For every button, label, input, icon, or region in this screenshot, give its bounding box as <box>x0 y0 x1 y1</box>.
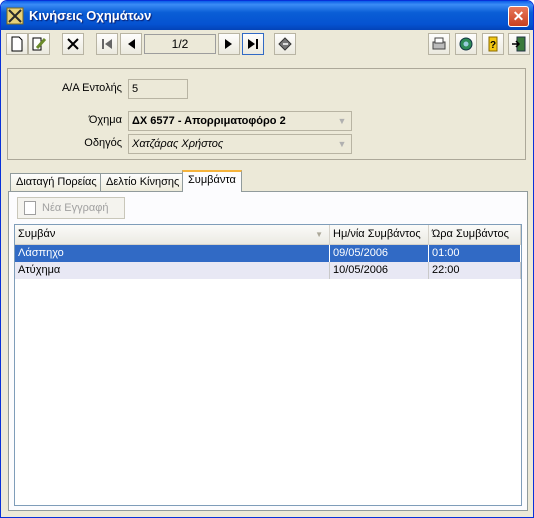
close-icon: ✕ <box>512 8 525 24</box>
order-number-field[interactable]: 5 <box>128 79 188 99</box>
close-button[interactable]: ✕ <box>508 6 529 27</box>
first-record-icon <box>102 39 112 49</box>
refresh-icon <box>278 37 292 51</box>
app-icon <box>6 7 24 24</box>
last-record-icon <box>248 39 258 49</box>
driver-select[interactable]: Χατζάρας Χρήστος ▼ <box>128 134 352 154</box>
first-record-button[interactable] <box>96 33 118 55</box>
date-cell: 10/05/2006 <box>330 262 429 279</box>
new-record-button[interactable] <box>6 33 28 55</box>
chevron-down-icon[interactable]: ▼ <box>334 136 350 152</box>
tab-route-order[interactable]: Διαταγή Πορείας <box>10 173 103 192</box>
date-cell: 09/05/2006 <box>330 245 429 262</box>
exit-icon <box>512 36 526 52</box>
window-title: Κινήσεις Οχημάτων <box>29 8 152 23</box>
help-icon: ? <box>488 36 498 52</box>
new-entry-label: Νέα Εγγραφή <box>42 202 109 214</box>
time-cell: 22:00 <box>429 262 521 279</box>
new-doc-icon <box>24 201 36 215</box>
tab-strip: Διαταγή Πορείας Δελτίο Κίνησης Συμβάντα <box>8 170 528 192</box>
next-record-icon <box>225 39 232 49</box>
grid-header: Συμβάν ▼ Ημ/νία Συμβάντος Ώρα Συμβάντος <box>15 225 521 245</box>
events-tab-panel: Νέα Εγγραφή Συμβάν ▼ Ημ/νία Συμβάντος Ώρ… <box>8 191 528 511</box>
last-record-button[interactable] <box>242 33 264 55</box>
sort-arrow-icon: ▼ <box>315 230 323 239</box>
tab-movement-sheet[interactable]: Δελτίο Κίνησης <box>100 173 186 192</box>
new-entry-button[interactable]: Νέα Εγγραφή <box>17 197 125 219</box>
edit-record-button[interactable] <box>28 33 50 55</box>
vehicle-value: ΔΧ 6577 - Απορριματοφόρο 2 <box>132 115 286 127</box>
vehicle-label: Όχημα <box>88 114 122 126</box>
toolbar: 1/2 ? <box>4 31 530 57</box>
preview-icon <box>459 37 473 51</box>
new-doc-icon <box>11 36 23 52</box>
print-icon <box>432 37 446 50</box>
next-record-button[interactable] <box>218 33 240 55</box>
chevron-down-icon[interactable]: ▼ <box>334 113 350 129</box>
event-cell: Λάσπηχο <box>15 245 330 262</box>
edit-icon <box>32 37 47 51</box>
prev-record-button[interactable] <box>120 33 142 55</box>
delete-icon <box>67 38 79 50</box>
table-row[interactable]: Ατύχημα 10/05/2006 22:00 <box>15 262 521 279</box>
preview-button[interactable] <box>455 33 477 55</box>
exit-button[interactable] <box>508 33 530 55</box>
column-header-time[interactable]: Ώρα Συμβάντος <box>429 225 521 244</box>
table-row[interactable]: Λάσπηχο 09/05/2006 01:00 <box>15 245 521 262</box>
record-pager: 1/2 <box>144 34 216 54</box>
vehicle-select[interactable]: ΔΧ 6577 - Απορριματοφόρο 2 ▼ <box>128 111 352 131</box>
event-cell: Ατύχημα <box>15 262 330 279</box>
app-window: Κινήσεις Οχημάτων ✕ 1/2 ? Α/Α Εντολής 5 … <box>0 0 534 518</box>
column-header-date[interactable]: Ημ/νία Συμβάντος <box>330 225 429 244</box>
refresh-button[interactable] <box>274 33 296 55</box>
svg-text:?: ? <box>490 40 496 51</box>
events-grid: Συμβάν ▼ Ημ/νία Συμβάντος Ώρα Συμβάντος … <box>14 224 522 506</box>
driver-label: Οδηγός <box>84 137 122 149</box>
print-button[interactable] <box>428 33 450 55</box>
title-bar[interactable]: Κινήσεις Οχημάτων ✕ <box>1 1 533 30</box>
column-header-event[interactable]: Συμβάν ▼ <box>15 225 330 244</box>
order-number-label: Α/Α Εντολής <box>61 82 122 94</box>
driver-value: Χατζάρας Χρήστος <box>132 138 224 150</box>
help-button[interactable]: ? <box>482 33 504 55</box>
prev-record-icon <box>128 39 135 49</box>
delete-record-button[interactable] <box>62 33 84 55</box>
time-cell: 01:00 <box>429 245 521 262</box>
order-header-panel: Α/Α Εντολής 5 Όχημα ΔΧ 6577 - Απορριματο… <box>7 68 526 160</box>
tab-events[interactable]: Συμβάντα <box>182 170 242 192</box>
